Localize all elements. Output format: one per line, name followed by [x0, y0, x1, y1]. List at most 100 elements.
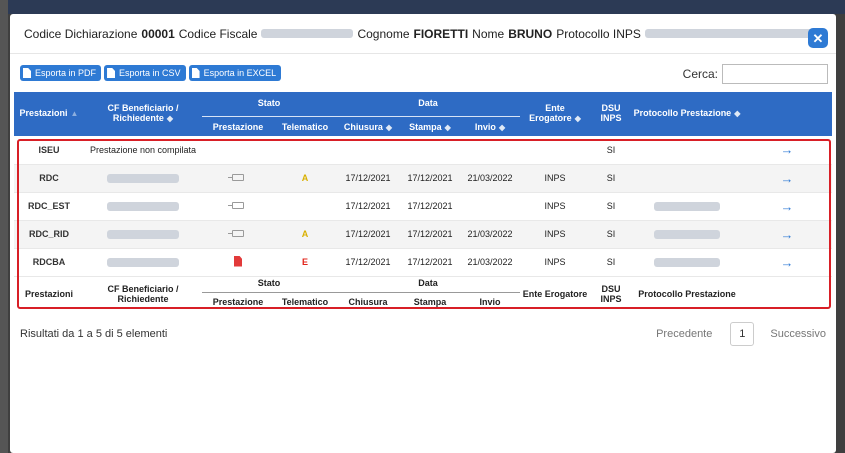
cell-dsu: SI	[590, 220, 633, 249]
cell-stato-prestazione	[202, 136, 274, 165]
col-dsu: DSU INPS	[590, 92, 633, 136]
export-csv-button[interactable]: Esporta in CSV	[104, 65, 186, 81]
cell-stampa	[400, 136, 460, 165]
protocollo-redacted	[654, 230, 721, 240]
cell-cf	[84, 164, 202, 193]
foot-protocollo: Protocollo Prestazione	[638, 289, 736, 300]
col-prestazioni[interactable]: Prestazioni ▲	[14, 92, 84, 136]
row-arrow-icon[interactable]: →	[742, 248, 833, 277]
cell-stato-prestazione	[202, 220, 274, 249]
prev-page-button[interactable]: Precedente	[656, 328, 712, 340]
cell-cf	[84, 220, 202, 249]
prestazioni-table: Prestazioni ▲ CF Beneficiario / Richieden…	[14, 92, 833, 314]
cf-redacted	[261, 29, 354, 38]
next-page-button[interactable]: Successivo	[770, 328, 826, 340]
table-row: ISEU Prestazione non compilata SI →	[14, 136, 833, 165]
cell-stampa: 17/12/2021	[400, 248, 460, 277]
table-row: RDC_EST 17/12/2021 17/12/2021 INPS SI →	[14, 192, 833, 221]
foot-telematico: Telematico	[281, 297, 329, 308]
cell-telematico: A	[274, 164, 336, 193]
cell-cf: Prestazione non compilata	[84, 136, 202, 165]
col-cf[interactable]: CF Beneficiario / Richiedente ◆	[84, 92, 202, 136]
cell-protocollo	[632, 192, 743, 221]
codice-value: 00001	[141, 26, 175, 41]
pdf-icon[interactable]	[234, 255, 242, 267]
nome-label: Nome	[472, 26, 505, 41]
row-arrow-icon[interactable]: →	[742, 164, 833, 193]
cell-chiusura: 17/12/2021	[336, 192, 400, 221]
close-button[interactable]: ✕	[808, 28, 828, 48]
page-backdrop-top	[0, 0, 845, 14]
col-protocollo[interactable]: Protocollo Prestazione ◆	[632, 92, 743, 136]
envelope-icon	[228, 230, 244, 237]
foot-stampa: Stampa	[413, 297, 447, 308]
cell-prestazione: RDC_RID	[14, 220, 84, 249]
cell-prestazione: RDC	[14, 164, 84, 193]
cell-dsu: SI	[590, 164, 633, 193]
cell-chiusura: 17/12/2021	[336, 248, 400, 277]
page-1-button[interactable]: 1	[730, 322, 755, 346]
cell-stampa: 17/12/2021	[400, 220, 460, 249]
export-pdf-button[interactable]: Esporta in PDF	[20, 65, 102, 81]
foot-group-stato: Stato	[202, 276, 336, 293]
cell-invio: 21/03/2022	[460, 220, 521, 249]
table-row: RDC A 17/12/2021 17/12/2021 21/03/2022 I…	[14, 164, 833, 193]
cell-protocollo	[632, 220, 743, 249]
col-group-stato: Stato	[202, 92, 336, 117]
table-row: RDC_RID A 17/12/2021 17/12/2021 21/03/20…	[14, 220, 833, 249]
foot-chiusura: Chiusura	[348, 297, 388, 308]
document-icon	[23, 68, 31, 78]
cognome-label: Cognome	[357, 26, 410, 41]
cell-ente	[520, 136, 591, 165]
close-icon: ✕	[812, 30, 824, 46]
col-ente[interactable]: Ente Erogatore ◆	[520, 92, 591, 136]
cell-ente: INPS	[520, 164, 591, 193]
foot-invio: Invio	[479, 297, 501, 308]
cell-prestazione: ISEU	[14, 136, 84, 165]
foot-dsu: DSU INPS	[600, 284, 622, 305]
foot-prestazioni: Prestazioni	[24, 289, 73, 300]
cf-redacted	[107, 202, 179, 212]
toolbar: Esporta in PDF Esporta in CSV Esporta in…	[10, 54, 836, 92]
cell-dsu: SI	[590, 136, 633, 165]
cell-chiusura: 17/12/2021	[336, 220, 400, 249]
col-group-data: Data	[336, 92, 521, 117]
cf-redacted	[107, 258, 179, 268]
cell-cf	[84, 192, 202, 221]
cell-cf	[84, 248, 202, 277]
cell-telematico: A	[274, 220, 336, 249]
cell-ente: INPS	[520, 220, 591, 249]
results-info: Risultati da 1 a 5 di 5 elementi	[20, 328, 168, 340]
dichiarazione-modal: Codice Dichiarazione 00001 Codice Fiscal…	[10, 14, 836, 453]
foot-prestazione: Prestazione	[212, 297, 264, 308]
cell-chiusura	[336, 136, 400, 165]
cell-invio: 21/03/2022	[460, 164, 521, 193]
document-icon	[107, 68, 116, 78]
cell-telematico	[274, 136, 336, 165]
envelope-icon	[228, 202, 244, 209]
cell-invio: 21/03/2022	[460, 248, 521, 277]
cell-stato-prestazione	[202, 248, 274, 277]
cognome-value: FIORETTI	[413, 26, 469, 41]
table-row: RDCBA E 17/12/2021 17/12/2021 21/03/2022…	[14, 248, 833, 277]
col-stampa[interactable]: Stampa ◆	[400, 116, 460, 136]
cell-stampa: 17/12/2021	[400, 192, 460, 221]
export-excel-button[interactable]: Esporta in EXCEL	[188, 65, 282, 81]
cell-telematico: E	[274, 248, 336, 277]
search-input[interactable]	[722, 64, 828, 84]
cell-invio	[460, 192, 521, 221]
cell-ente: INPS	[520, 192, 591, 221]
cell-dsu: SI	[590, 248, 633, 277]
search-label: Cerca:	[682, 67, 718, 81]
row-arrow-icon[interactable]: →	[742, 192, 833, 221]
row-arrow-icon[interactable]: →	[742, 220, 833, 249]
cf-redacted	[107, 174, 179, 184]
row-arrow-icon[interactable]: →	[742, 136, 833, 165]
cell-prestazione: RDC_EST	[14, 192, 84, 221]
cf-label: Codice Fiscale	[178, 26, 258, 41]
protocollo-label: Protocollo INPS	[556, 26, 641, 41]
col-invio[interactable]: Invio ◆	[460, 116, 521, 136]
col-telematico: Telematico	[274, 116, 336, 136]
modal-header: Codice Dichiarazione 00001 Codice Fiscal…	[10, 14, 836, 54]
col-chiusura[interactable]: Chiusura ◆	[336, 116, 400, 136]
